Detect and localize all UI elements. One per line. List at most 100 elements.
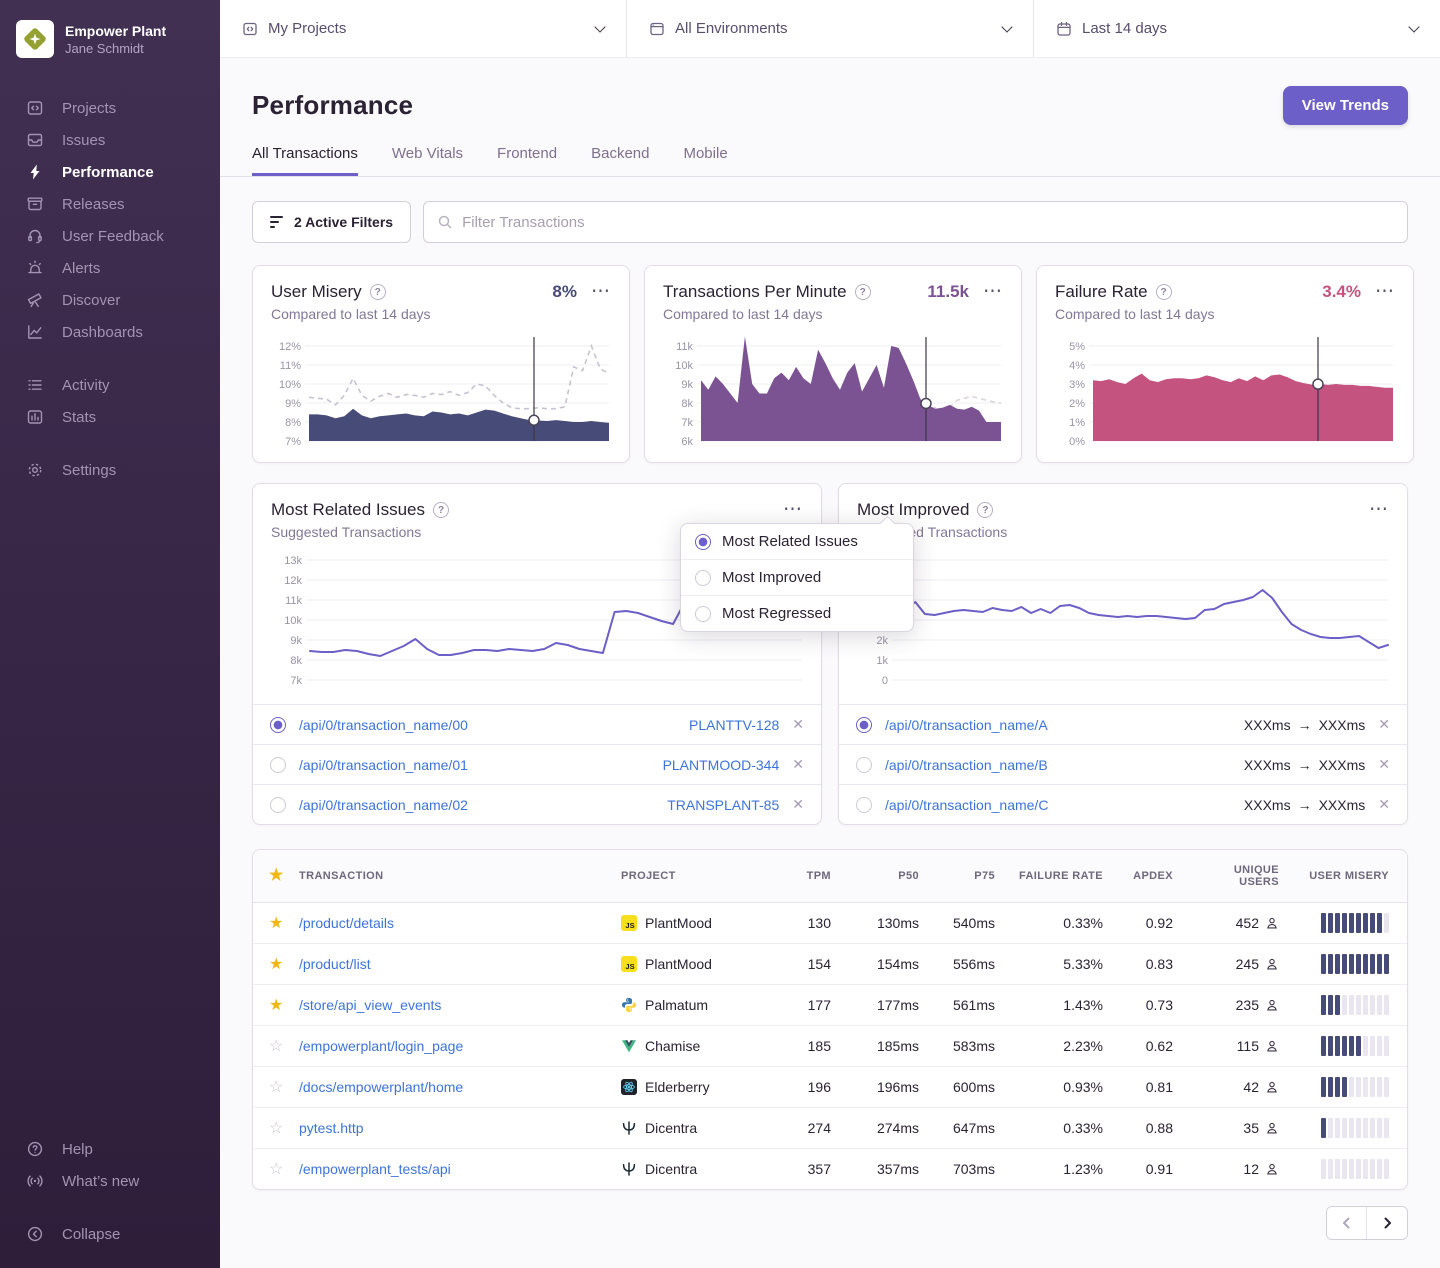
transaction-link[interactable]: /empowerplant_tests/api <box>299 1161 451 1177</box>
star-icon[interactable]: ★ <box>269 867 284 884</box>
overflow-menu-icon[interactable]: ⋯ <box>983 287 1003 297</box>
sidebar-item-user-feedback[interactable]: User Feedback <box>0 220 220 252</box>
transaction-link[interactable]: /empowerplant/login_page <box>299 1038 463 1054</box>
star-icon[interactable]: ★ <box>269 956 283 973</box>
transaction-link[interactable]: /api/0/transaction_name/B <box>885 757 1048 773</box>
sidebar-item-label: Discover <box>62 292 120 309</box>
column-header-p50[interactable]: P50 <box>841 850 929 903</box>
tab-mobile[interactable]: Mobile <box>683 145 727 176</box>
transaction-link[interactable]: /api/0/transaction_name/01 <box>299 757 468 773</box>
menu-item-most-regressed[interactable]: Most Regressed <box>681 595 913 631</box>
radio-button[interactable] <box>270 757 286 773</box>
column-header-failure-rate[interactable]: FAILURE RATE <box>1005 850 1113 903</box>
sidebar-item-performance[interactable]: Performance <box>0 156 220 188</box>
radio-button[interactable] <box>270 717 286 733</box>
transaction-link[interactable]: /api/0/transaction_name/00 <box>299 717 468 733</box>
tpm-value: 154 <box>779 944 841 985</box>
column-header-transaction[interactable]: TRANSACTION <box>289 850 611 903</box>
transaction-link[interactable]: /product/list <box>299 956 371 972</box>
sidebar-item-releases[interactable]: Releases <box>0 188 220 220</box>
active-filters-button[interactable]: 2 Active Filters <box>252 201 411 243</box>
overflow-menu-icon[interactable]: ⋯ <box>591 287 611 297</box>
star-icon[interactable]: ☆ <box>269 1120 283 1137</box>
column-header-project[interactable]: PROJECT <box>611 850 779 903</box>
sidebar-item-help[interactable]: Help <box>0 1133 220 1165</box>
platform-icon: JS <box>621 915 637 931</box>
tab-all-transactions[interactable]: All Transactions <box>252 145 358 176</box>
previous-page-button[interactable] <box>1327 1207 1367 1239</box>
list-item: /api/0/transaction_name/00 PLANTTV-128 ✕ <box>253 704 821 744</box>
transaction-link[interactable]: /api/0/transaction_name/C <box>885 797 1048 813</box>
menu-item-label: Most Regressed <box>722 605 831 622</box>
issue-link[interactable]: PLANTTV-128 <box>689 717 779 733</box>
radio-button[interactable] <box>856 757 872 773</box>
radio-button[interactable] <box>856 797 872 813</box>
sidebar-item-issues[interactable]: Issues <box>0 124 220 156</box>
sidebar-item-stats[interactable]: Stats <box>0 401 220 433</box>
sidebar-item-activity[interactable]: Activity <box>0 369 220 401</box>
unique-users-value: 235 <box>1236 997 1259 1013</box>
question-icon[interactable]: ? <box>855 284 871 300</box>
sidebar-item-label: Dashboards <box>62 324 143 341</box>
project-picker[interactable]: My Projects <box>220 0 626 57</box>
question-icon[interactable]: ? <box>370 284 386 300</box>
sidebar-item-dashboards[interactable]: Dashboards <box>0 316 220 348</box>
tab-frontend[interactable]: Frontend <box>497 145 557 176</box>
overflow-menu-icon[interactable]: ⋯ <box>1375 287 1395 297</box>
column-header-user-misery[interactable]: USER MISERY <box>1289 850 1407 903</box>
column-header-p75[interactable]: P75 <box>929 850 1005 903</box>
next-page-button[interactable] <box>1367 1207 1407 1239</box>
column-header-tpm[interactable]: TPM <box>779 850 841 903</box>
failure-rate-value: 0.33% <box>1005 903 1113 944</box>
close-icon[interactable]: ✕ <box>1378 796 1390 813</box>
radio-button[interactable] <box>856 717 872 733</box>
sidebar-item-whats-new[interactable]: What’s new <box>0 1165 220 1197</box>
radio-button[interactable] <box>270 797 286 813</box>
question-icon[interactable]: ? <box>977 502 993 518</box>
close-icon[interactable]: ✕ <box>1378 716 1390 733</box>
transaction-link[interactable]: /docs/empowerplant/home <box>299 1079 463 1095</box>
sidebar-item-projects[interactable]: Projects <box>0 92 220 124</box>
transaction-link[interactable]: /api/0/transaction_name/A <box>885 717 1048 733</box>
star-icon[interactable]: ★ <box>269 997 283 1014</box>
app-root: Empower Plant Jane Schmidt Projects Issu… <box>0 0 1440 1268</box>
question-icon[interactable]: ? <box>1156 284 1172 300</box>
overflow-menu-icon[interactable]: ⋯ <box>783 505 803 515</box>
view-trends-button[interactable]: View Trends <box>1283 86 1408 125</box>
question-icon[interactable]: ? <box>433 502 449 518</box>
star-icon[interactable]: ☆ <box>269 1038 283 1055</box>
tab-web-vitals[interactable]: Web Vitals <box>392 145 463 176</box>
transaction-search <box>423 201 1408 243</box>
radio-button <box>695 570 711 586</box>
menu-item-most-improved[interactable]: Most Improved <box>681 559 913 595</box>
close-icon[interactable]: ✕ <box>792 716 804 733</box>
close-icon[interactable]: ✕ <box>792 796 804 813</box>
environment-picker[interactable]: All Environments <box>626 0 1033 57</box>
date-range-picker[interactable]: Last 14 days <box>1033 0 1440 57</box>
star-icon[interactable]: ☆ <box>269 1079 283 1096</box>
sidebar-item-discover[interactable]: Discover <box>0 284 220 316</box>
tab-backend[interactable]: Backend <box>591 145 649 176</box>
menu-item-most-related-issues[interactable]: Most Related Issues <box>681 524 913 559</box>
issue-link[interactable]: TRANSPLANT-85 <box>667 797 779 813</box>
sidebar-item-settings[interactable]: Settings <box>0 454 220 486</box>
user-misery-bars <box>1299 1159 1389 1179</box>
column-header-unique-users[interactable]: UNIQUE USERS <box>1183 850 1289 903</box>
sidebar-collapse-button[interactable]: Collapse <box>0 1218 220 1250</box>
user-feedback-icon <box>25 226 45 246</box>
transaction-link[interactable]: /product/details <box>299 915 394 931</box>
transaction-link[interactable]: pytest.http <box>299 1120 364 1136</box>
search-input[interactable] <box>462 214 1394 231</box>
star-icon[interactable]: ☆ <box>269 1161 283 1178</box>
column-header-apdex[interactable]: APDEX <box>1113 850 1183 903</box>
issue-link[interactable]: PLANTMOOD-344 <box>663 757 780 773</box>
sidebar-item-alerts[interactable]: Alerts <box>0 252 220 284</box>
transaction-link[interactable]: /api/0/transaction_name/02 <box>299 797 468 813</box>
star-icon[interactable]: ★ <box>269 915 283 932</box>
transaction-link[interactable]: /store/api_view_events <box>299 997 441 1013</box>
pagination <box>252 1206 1408 1268</box>
close-icon[interactable]: ✕ <box>1378 756 1390 773</box>
overflow-menu-icon[interactable]: ⋯ <box>1369 505 1389 515</box>
close-icon[interactable]: ✕ <box>792 756 804 773</box>
org-switcher[interactable]: Empower Plant Jane Schmidt <box>0 14 220 66</box>
